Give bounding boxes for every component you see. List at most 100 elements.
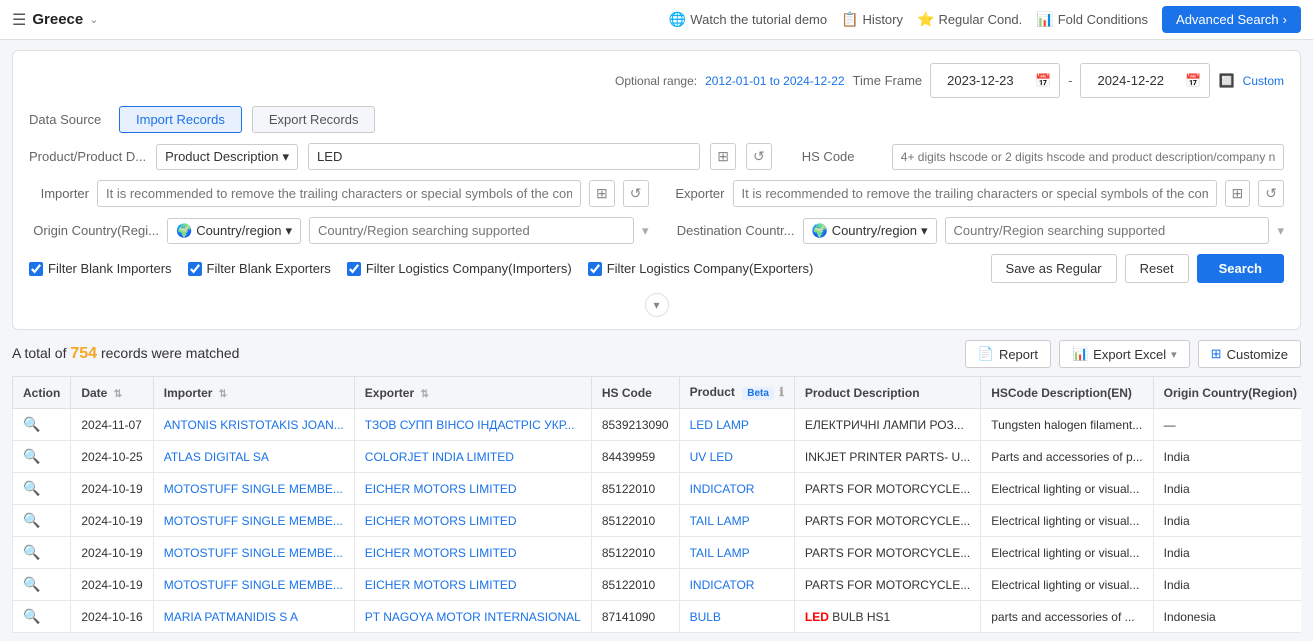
- filter-blank-importers-label[interactable]: Filter Blank Importers: [29, 261, 172, 276]
- origin-type-select[interactable]: 🌍 Country/region ▾: [167, 218, 301, 244]
- date-separator: -: [1068, 73, 1072, 88]
- dest-search-input[interactable]: [945, 217, 1270, 244]
- th-product-desc: Product Description: [794, 377, 980, 409]
- row-product[interactable]: INDICATOR: [690, 482, 755, 496]
- country-chevron-icon[interactable]: ⌄: [89, 13, 98, 26]
- reset-button[interactable]: Reset: [1125, 254, 1189, 283]
- row-exporter[interactable]: EICHER MOTORS LIMITED: [365, 514, 517, 528]
- row-hscode-desc: Electrical lighting or visual...: [981, 537, 1153, 569]
- collapse-button[interactable]: ▾: [645, 293, 669, 317]
- row-importer[interactable]: ATLAS DIGITAL SA: [164, 450, 269, 464]
- row-action-icon[interactable]: 🔍: [23, 544, 40, 560]
- product-info-icon[interactable]: ℹ: [779, 385, 784, 399]
- product-scan-button[interactable]: ⊞: [710, 143, 736, 170]
- importer-refresh-button[interactable]: ↺: [623, 180, 649, 207]
- filter-logistics-exporters-checkbox[interactable]: [588, 262, 602, 276]
- table-row: 🔍2024-10-19MOTOSTUFF SINGLE MEMBE...EICH…: [13, 505, 1302, 537]
- origin-dest-row: Origin Country(Regi... 🌍 Country/region …: [29, 217, 1284, 244]
- row-action-icon[interactable]: 🔍: [23, 608, 40, 624]
- filter-logistics-importers-label[interactable]: Filter Logistics Company(Importers): [347, 261, 572, 276]
- table-row: 🔍2024-10-16MARIA PATMANIDIS S APT NAGOYA…: [13, 601, 1302, 633]
- row-exporter[interactable]: EICHER MOTORS LIMITED: [365, 578, 517, 592]
- save-as-regular-button[interactable]: Save as Regular: [991, 254, 1117, 283]
- product-row: Product/Product D... Product Description…: [29, 143, 1284, 170]
- advanced-search-arrow-icon: ›: [1283, 12, 1287, 27]
- report-button[interactable]: 📄 Report: [965, 340, 1051, 368]
- row-product-desc: INKJET PRINTER PARTS- U...: [794, 441, 980, 473]
- th-product: Product Beta ℹ: [679, 377, 794, 409]
- row-product[interactable]: TAIL LAMP: [690, 514, 750, 528]
- import-records-tab[interactable]: Import Records: [119, 106, 242, 133]
- exporter-sort-icon: ⇅: [420, 389, 428, 400]
- th-exporter[interactable]: Exporter ⇅: [354, 377, 591, 409]
- row-importer[interactable]: MOTOSTUFF SINGLE MEMBE...: [164, 546, 343, 560]
- row-importer[interactable]: MARIA PATMANIDIS S A: [164, 610, 298, 624]
- exporter-input[interactable]: [733, 180, 1217, 207]
- row-product[interactable]: INDICATOR: [690, 578, 755, 592]
- export-records-tab[interactable]: Export Records: [252, 106, 376, 133]
- row-action-icon[interactable]: 🔍: [23, 480, 40, 496]
- filter-blank-exporters-checkbox[interactable]: [188, 262, 202, 276]
- row-action-icon[interactable]: 🔍: [23, 576, 40, 592]
- row-action-icon[interactable]: 🔍: [23, 448, 40, 464]
- row-exporter[interactable]: ТЗОВ СУПП ВІНСО ІНДАСТРІС УКР...: [365, 418, 575, 432]
- product-input[interactable]: [308, 143, 700, 170]
- export-dropdown-icon: ▾: [1171, 348, 1177, 361]
- row-exporter[interactable]: EICHER MOTORS LIMITED: [365, 546, 517, 560]
- row-exporter[interactable]: EICHER MOTORS LIMITED: [365, 482, 517, 496]
- start-date-input[interactable]: [939, 68, 1031, 93]
- export-excel-button[interactable]: 📊 Export Excel ▾: [1059, 340, 1190, 368]
- row-product[interactable]: LED LAMP: [690, 418, 749, 432]
- importer-scan-button[interactable]: ⊞: [589, 180, 615, 207]
- filter-logistics-exporters-label[interactable]: Filter Logistics Company(Exporters): [588, 261, 814, 276]
- table-wrapper: Action Date ⇅ Importer ⇅ Exporter ⇅ HS C…: [12, 376, 1301, 633]
- row-date: 2024-10-19: [71, 537, 153, 569]
- row-exporter[interactable]: PT NAGOYA MOTOR INTERNASIONAL: [365, 610, 581, 624]
- country-name[interactable]: Greece: [32, 11, 83, 28]
- tutorial-link[interactable]: 🌐 Watch the tutorial demo: [669, 11, 827, 28]
- row-action-icon[interactable]: 🔍: [23, 512, 40, 528]
- customize-button[interactable]: ⊞ Customize: [1198, 340, 1301, 368]
- history-link[interactable]: 📋 History: [841, 11, 903, 28]
- product-type-select[interactable]: Product Description ▾: [156, 144, 298, 170]
- exporter-scan-button[interactable]: ⊞: [1225, 180, 1251, 207]
- th-importer[interactable]: Importer ⇅: [153, 377, 354, 409]
- filter-blank-importers-checkbox[interactable]: [29, 262, 43, 276]
- regular-cond-link[interactable]: ⭐ Regular Cond.: [917, 11, 1022, 28]
- filter-logistics-importers-checkbox[interactable]: [347, 262, 361, 276]
- importer-input[interactable]: [97, 180, 581, 207]
- hamburger-icon[interactable]: ☰: [12, 10, 26, 30]
- dest-label: Destination Countr...: [665, 223, 795, 238]
- row-product[interactable]: UV LED: [690, 450, 733, 464]
- start-date-wrapper[interactable]: 📅: [930, 63, 1060, 98]
- row-exporter[interactable]: COLORJET INDIA LIMITED: [365, 450, 514, 464]
- custom-link[interactable]: Custom: [1243, 74, 1284, 88]
- row-product[interactable]: BULB: [690, 610, 721, 624]
- row-hscode: 85122010: [591, 505, 679, 537]
- advanced-search-button[interactable]: Advanced Search ›: [1162, 6, 1301, 33]
- row-importer[interactable]: ANTONIS KRISTOTAKIS JOAN...: [164, 418, 344, 432]
- row-importer[interactable]: MOTOSTUFF SINGLE MEMBE...: [164, 578, 343, 592]
- dest-select-value: Country/region: [832, 223, 917, 238]
- table-row: 🔍2024-10-19MOTOSTUFF SINGLE MEMBE...EICH…: [13, 473, 1302, 505]
- start-calendar-icon: 📅: [1035, 73, 1051, 89]
- row-importer[interactable]: MOTOSTUFF SINGLE MEMBE...: [164, 514, 343, 528]
- filter-logistics-exporters-text: Filter Logistics Company(Exporters): [607, 261, 814, 276]
- end-date-wrapper[interactable]: 📅: [1080, 63, 1210, 98]
- dest-type-select[interactable]: 🌍 Country/region ▾: [803, 218, 937, 244]
- exporter-refresh-button[interactable]: ↺: [1258, 180, 1284, 207]
- row-action-icon[interactable]: 🔍: [23, 416, 40, 432]
- row-importer[interactable]: MOTOSTUFF SINGLE MEMBE...: [164, 482, 343, 496]
- row-product[interactable]: TAIL LAMP: [690, 546, 750, 560]
- row-hscode-desc: Electrical lighting or visual...: [981, 505, 1153, 537]
- search-button[interactable]: Search: [1197, 254, 1284, 283]
- filter-blank-exporters-label[interactable]: Filter Blank Exporters: [188, 261, 331, 276]
- origin-search-input[interactable]: [309, 217, 634, 244]
- product-header-text: Product: [690, 385, 735, 399]
- product-refresh-button[interactable]: ↺: [746, 143, 772, 170]
- fold-conditions-link[interactable]: 📊 Fold Conditions: [1036, 11, 1148, 28]
- th-date[interactable]: Date ⇅: [71, 377, 153, 409]
- led-highlight: LED: [805, 610, 829, 624]
- end-date-input[interactable]: [1089, 68, 1181, 93]
- hs-code-input[interactable]: [892, 144, 1284, 170]
